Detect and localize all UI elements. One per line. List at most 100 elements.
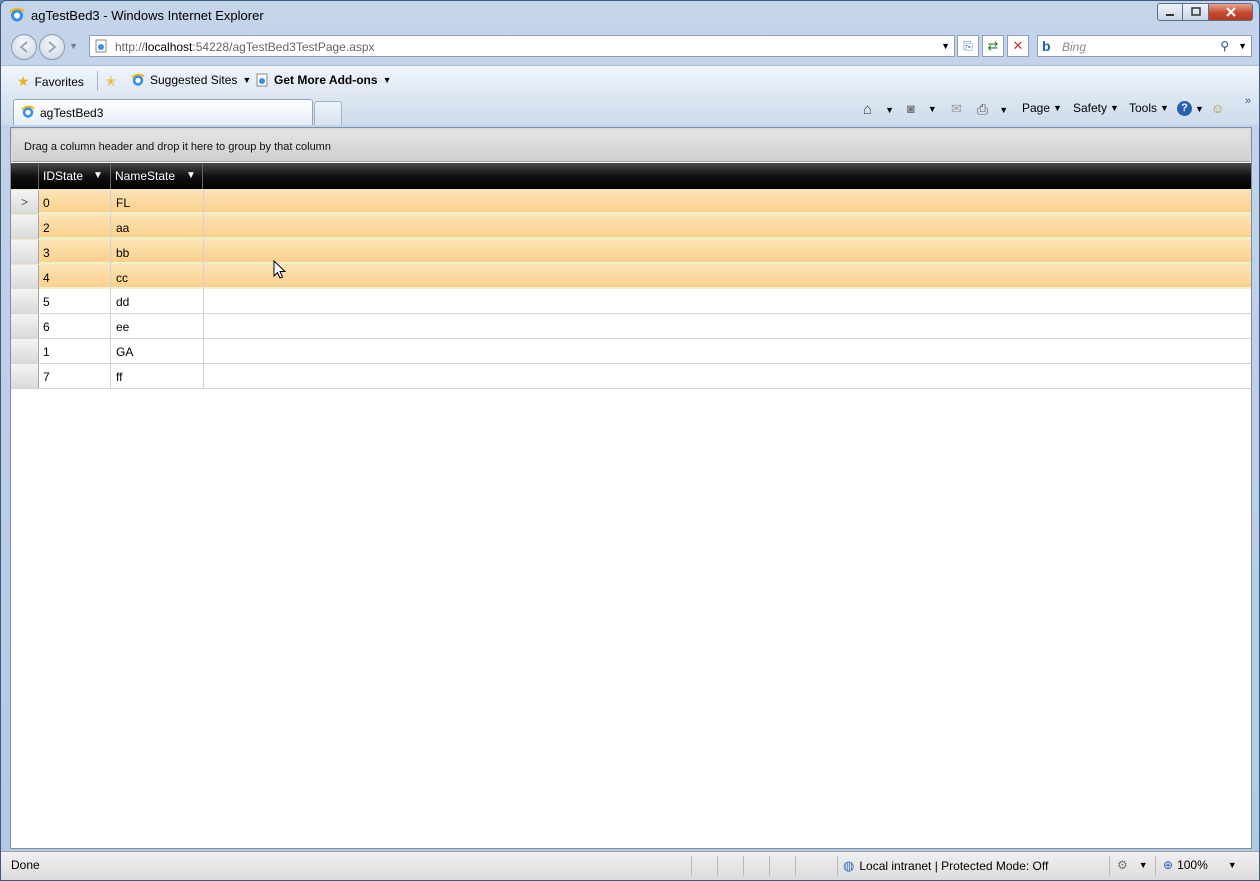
refresh-icon: ⇄ <box>987 38 999 53</box>
cell-namestate[interactable]: ff <box>116 370 122 384</box>
popup-status-button[interactable]: ⚙ ▼ <box>1117 858 1148 872</box>
group-by-panel[interactable]: Drag a column header and drop it here to… <box>11 128 1251 162</box>
forward-button[interactable] <box>39 34 65 60</box>
cell-idstate[interactable]: 7 <box>43 370 50 384</box>
close-button[interactable] <box>1209 3 1253 21</box>
row-indicator[interactable]: > <box>11 190 39 214</box>
cell-idstate[interactable]: 6 <box>43 320 50 334</box>
column-divider <box>110 265 111 289</box>
people-icon: ☺ <box>1211 101 1225 116</box>
favorites-label: Favorites <box>34 74 84 89</box>
mail-icon: ✉ <box>951 101 962 116</box>
cell-idstate[interactable]: 5 <box>43 295 50 309</box>
cell-idstate[interactable]: 0 <box>43 196 50 210</box>
column-divider <box>110 339 111 363</box>
cell-namestate[interactable]: cc <box>116 271 128 285</box>
ie-logo-icon <box>21 105 35 118</box>
arrow-left-icon <box>19 41 28 53</box>
compatibility-view-button[interactable]: ⎘ <box>957 35 979 57</box>
stop-button[interactable]: ✕ <box>1007 35 1029 57</box>
intranet-globe-icon: ◍ <box>843 858 855 873</box>
cell-namestate[interactable]: FL <box>116 196 130 210</box>
protected-mode-icon: ⚙ <box>1117 858 1128 872</box>
title-bar[interactable]: agTestBed3 - Windows Internet Explorer <box>1 1 1259 31</box>
table-row[interactable]: >0 FL <box>11 189 1251 214</box>
cell-idstate[interactable]: 4 <box>43 271 50 285</box>
column-divider <box>203 339 204 363</box>
chevron-down-icon: ▼ <box>1160 103 1169 113</box>
column-divider <box>203 190 204 214</box>
maximize-button[interactable] <box>1183 3 1209 21</box>
table-row[interactable]: 4 cc <box>11 264 1251 289</box>
table-row[interactable]: 7 ff <box>11 364 1251 389</box>
table-row[interactable]: 2 aa <box>11 214 1251 239</box>
search-placeholder: Bing <box>1062 40 1087 54</box>
chevron-down-icon: ▼ <box>1053 103 1062 113</box>
chevron-expand-icon[interactable]: » <box>1245 95 1251 107</box>
print-button[interactable]: ⎙ ▼ <box>977 101 1008 118</box>
cell-namestate[interactable]: bb <box>116 246 129 260</box>
research-button[interactable]: ☺ <box>1211 101 1224 116</box>
add-to-favorites-button[interactable]: ✭ <box>105 73 117 90</box>
address-dropdown-icon[interactable]: ▼ <box>941 41 950 51</box>
cell-namestate[interactable]: GA <box>116 345 133 359</box>
cell-namestate[interactable]: ee <box>116 320 129 334</box>
tools-menu[interactable]: Tools ▼ <box>1129 101 1169 115</box>
row-indicator[interactable] <box>11 364 39 388</box>
cell-namestate[interactable]: aa <box>116 221 129 235</box>
favorites-button[interactable]: ★ Favorites <box>17 73 84 90</box>
table-row[interactable]: 1 GA <box>11 339 1251 364</box>
ie-logo-icon <box>9 7 25 22</box>
tools-menu-label: Tools <box>1129 101 1158 115</box>
search-box[interactable]: b Bing ⚲ ▼ <box>1037 35 1252 57</box>
row-indicator[interactable] <box>11 240 39 264</box>
recent-pages-dropdown-icon[interactable]: ▼ <box>69 41 78 51</box>
zoom-control[interactable]: ⊕ 100% ▼ <box>1163 858 1237 872</box>
table-row[interactable]: 3 bb <box>11 239 1251 264</box>
cell-namestate[interactable]: dd <box>116 295 129 309</box>
url-scheme: http:// <box>115 40 146 54</box>
get-more-addons-button[interactable]: Get More Add-ons ▼ <box>255 73 391 87</box>
filter-icon[interactable]: ▼ <box>186 170 196 181</box>
row-indicator[interactable] <box>11 265 39 289</box>
minimize-button[interactable] <box>1157 3 1183 21</box>
feeds-button[interactable]: ◙ ▼ <box>907 101 937 116</box>
bing-logo-icon: b <box>1042 38 1051 54</box>
suggested-sites-button[interactable]: Suggested Sites ▼ <box>131 73 251 87</box>
page-content: Drag a column header and drop it here to… <box>10 127 1252 849</box>
new-tab-button[interactable] <box>314 101 342 125</box>
row-indicator[interactable] <box>11 289 39 313</box>
table-row[interactable]: 6 ee <box>11 314 1251 339</box>
status-separator <box>743 856 744 876</box>
column-divider <box>203 314 204 338</box>
row-indicator[interactable] <box>11 215 39 239</box>
address-bar[interactable]: http://localhost:54228/agTestBed3TestPag… <box>89 35 955 57</box>
search-dropdown-icon[interactable]: ▼ <box>1238 41 1247 51</box>
chevron-down-icon: ▼ <box>927 103 937 114</box>
security-zone[interactable]: ◍ Local intranet | Protected Mode: Off <box>843 858 1048 874</box>
read-mail-button[interactable]: ✉ <box>951 101 962 117</box>
refresh-button[interactable]: ⇄ <box>982 35 1004 57</box>
search-icon[interactable]: ⚲ <box>1220 39 1229 53</box>
maximize-icon <box>1190 7 1201 16</box>
page-menu[interactable]: Page ▼ <box>1022 101 1062 115</box>
cell-idstate[interactable]: 1 <box>43 345 50 359</box>
cell-idstate[interactable]: 2 <box>43 221 50 235</box>
cell-idstate[interactable]: 3 <box>43 246 50 260</box>
help-menu[interactable]: ? ▼ <box>1177 101 1204 116</box>
row-indicator[interactable] <box>11 339 39 363</box>
back-button[interactable] <box>11 34 37 60</box>
stop-icon: ✕ <box>1012 38 1024 53</box>
help-icon: ? <box>1177 101 1192 116</box>
tab-agtestbed3[interactable]: agTestBed3 <box>13 99 313 125</box>
safety-menu[interactable]: Safety ▼ <box>1073 101 1119 115</box>
column-divider <box>110 364 111 388</box>
address-url[interactable]: http://localhost:54228/agTestBed3TestPag… <box>115 40 375 54</box>
row-indicator[interactable] <box>11 314 39 338</box>
home-button[interactable]: ⌂ ▼ <box>863 101 894 118</box>
security-zone-label: Local intranet | Protected Mode: Off <box>859 859 1049 873</box>
page-menu-label: Page <box>1022 101 1051 115</box>
table-row[interactable]: 5 dd <box>11 289 1251 314</box>
status-bar: Done ◍ Local intranet | Protected Mode: … <box>1 851 1259 880</box>
filter-icon[interactable]: ▼ <box>93 170 103 181</box>
